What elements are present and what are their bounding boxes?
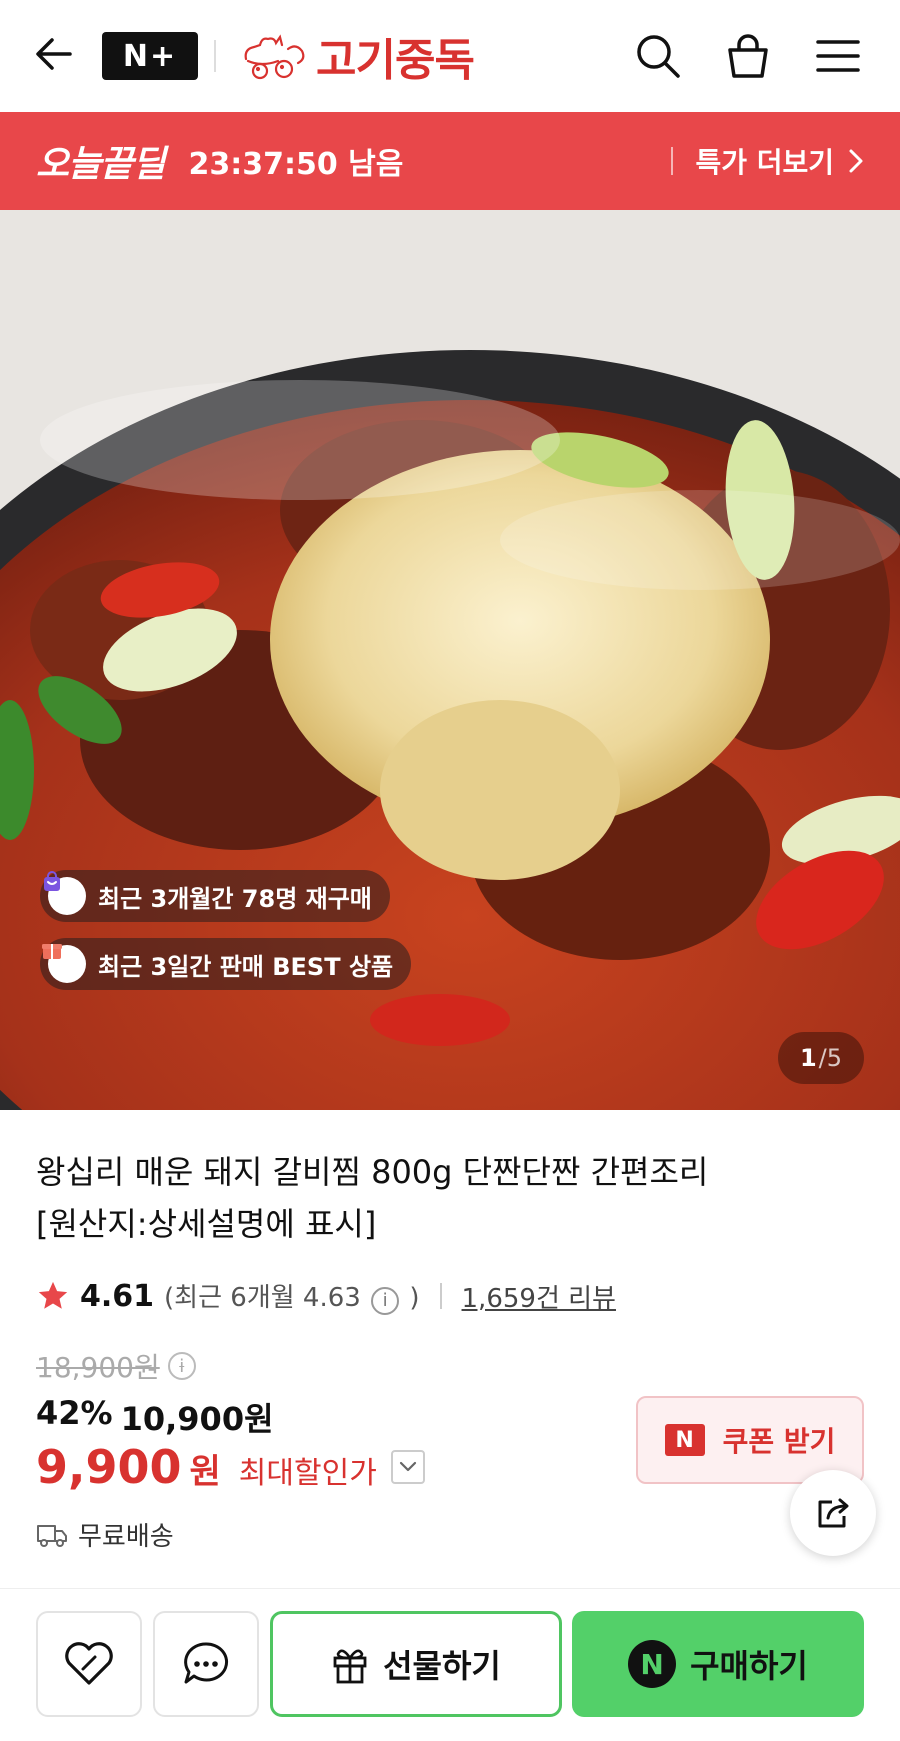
gallery-total: /5 xyxy=(818,1044,842,1072)
final-price: 9,900 xyxy=(36,1440,182,1494)
share-button[interactable] xyxy=(790,1470,876,1556)
best-seller-badge: 최근 3일간 판매 BEST 상품 xyxy=(40,938,412,990)
discount-price: 10,900원 xyxy=(120,1400,274,1438)
repurchase-bag-icon xyxy=(44,871,86,915)
best-seller-text: 최근 3일간 판매 BEST 상품 xyxy=(98,952,394,981)
chevron-down-icon xyxy=(399,1461,416,1472)
shopping-bag-icon[interactable] xyxy=(722,30,774,82)
nplus-store-badge[interactable]: N+ xyxy=(102,32,198,80)
price-info-icon[interactable]: i xyxy=(167,1352,196,1380)
recent-rating-prefix: (최근 6개월 4.63 xyxy=(164,1283,361,1314)
deal-more-label: 특가 더보기 xyxy=(695,146,834,179)
final-price-row: 9,900 원 최대할인가 xyxy=(36,1440,425,1494)
menu-icon[interactable] xyxy=(812,30,864,82)
gallery-counter: 1 /5 xyxy=(777,1032,864,1084)
rating-score: 4.61 xyxy=(80,1278,155,1314)
share-icon xyxy=(818,1498,849,1528)
review-count-link[interactable]: 1,659건 리뷰 xyxy=(462,1278,616,1315)
shipping-text: 무료배송 xyxy=(78,1522,174,1552)
deal-divider xyxy=(671,147,674,175)
discount-rate: 42% xyxy=(36,1394,113,1432)
nplus-label: N+ xyxy=(122,38,178,74)
final-price-unit: 원 xyxy=(189,1452,221,1492)
search-icon[interactable] xyxy=(632,30,684,82)
gift-best-icon xyxy=(42,944,86,983)
repurchase-text: 최근 3개월간 78명 재구매 xyxy=(98,884,372,913)
product-title-line2: [원산지:상세설명에 표시] xyxy=(36,1205,377,1243)
original-price: 18,900원 xyxy=(36,1351,160,1384)
rating-divider xyxy=(439,1283,442,1309)
truck-icon xyxy=(37,1524,67,1547)
brand-animals-icon xyxy=(244,34,305,80)
gallery-current: 1 xyxy=(799,1044,817,1072)
max-discount-toggle[interactable] xyxy=(390,1450,425,1484)
product-image-gallery[interactable]: 최근 3개월간 78명 재구매 최근 3일간 판매 BEST 상품 1 /5 xyxy=(0,210,900,1110)
product-title: 왕십리 매운 돼지 갈비찜 800g 단짠단짠 간편조리 [원산지:상세설명에 … xyxy=(36,1146,836,1250)
buy-label: 구매하기 xyxy=(690,1647,808,1685)
deal-more-link[interactable]: 특가 더보기 xyxy=(671,112,866,210)
today-deal-bar[interactable]: 오늘끝딜 23:37:50 남음 특가 더보기 xyxy=(0,112,900,210)
recent-rating: (최근 6개월 4.63 i ) xyxy=(164,1277,420,1315)
rating-row: 4.61 (최근 6개월 4.63 i ) 1,659건 리뷰 xyxy=(36,1276,616,1316)
deal-countdown: 23:37:50 남음 xyxy=(188,147,404,182)
star-icon xyxy=(38,1281,68,1309)
repurchase-badge: 최근 3개월간 78명 재구매 xyxy=(40,870,390,922)
wishlist-button[interactable] xyxy=(36,1611,142,1717)
gift-icon xyxy=(333,1649,367,1684)
rating-info-icon[interactable]: i xyxy=(371,1286,400,1315)
coupon-label: 쿠폰 받기 xyxy=(722,1425,836,1458)
discount-row: 42% 10,900원 xyxy=(36,1394,274,1440)
shipping-row: 무료배송 xyxy=(36,1516,174,1553)
chevron-right-icon xyxy=(849,149,863,173)
brand-logo[interactable]: 고기중독 xyxy=(238,26,475,86)
back-arrow-icon[interactable] xyxy=(30,30,78,78)
gift-label: 선물하기 xyxy=(383,1647,501,1685)
deal-title: 오늘끝딜 xyxy=(36,144,165,185)
bottom-action-bar: 선물하기 N 구매하기 xyxy=(0,1588,900,1741)
buy-button[interactable]: N 구매하기 xyxy=(572,1611,864,1717)
header-divider xyxy=(214,40,216,72)
recent-rating-suffix: ) xyxy=(409,1283,420,1314)
max-discount-label: 최대할인가 xyxy=(238,1456,377,1491)
original-price-row: 18,900원 i xyxy=(36,1346,196,1386)
top-header: N+ 고기중독 xyxy=(0,0,900,112)
naver-pay-icon: N xyxy=(628,1640,677,1688)
chat-bubble-icon xyxy=(184,1642,229,1684)
gift-button[interactable]: 선물하기 xyxy=(270,1611,562,1717)
chat-button[interactable] xyxy=(153,1611,259,1717)
brand-name: 고기중독 xyxy=(316,35,475,86)
product-title-line1: 왕십리 매운 돼지 갈비찜 800g 단짠단짠 간편조리 xyxy=(36,1153,709,1191)
naver-coupon-icon: N xyxy=(664,1424,705,1456)
heart-icon xyxy=(65,1642,113,1685)
